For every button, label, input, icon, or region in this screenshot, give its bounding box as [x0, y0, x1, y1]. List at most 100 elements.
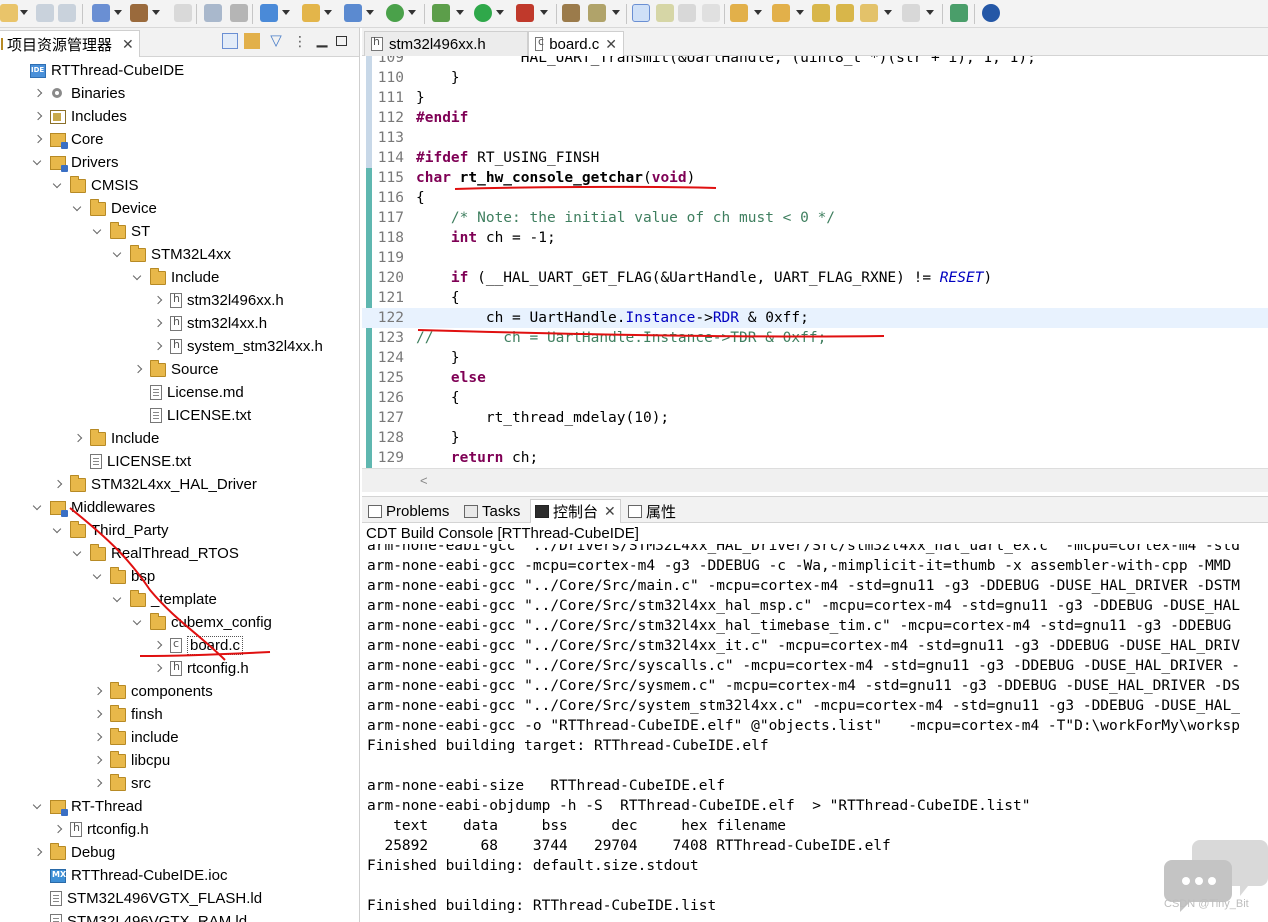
expanded-chevron-icon[interactable]: [132, 272, 144, 284]
close-icon[interactable]: ✕: [122, 36, 134, 53]
previous-annotation-icon[interactable]: [772, 4, 790, 22]
code-line[interactable]: 125 else: [362, 368, 1268, 388]
tree-item[interactable]: src: [0, 772, 359, 795]
tree-item[interactable]: rtconfig.h: [0, 657, 359, 680]
code-line[interactable]: 127 rt_thread_mdelay(10);: [362, 408, 1268, 428]
run-icon[interactable]: [474, 4, 492, 22]
console-output[interactable]: arm-none-eabi-gcc "../Drivers/STM32L4xx_…: [362, 544, 1268, 922]
code-line[interactable]: 119: [362, 248, 1268, 268]
view-menu-icon[interactable]: ⋮: [292, 33, 308, 49]
word-wrap-icon[interactable]: [656, 4, 674, 22]
forward-dropdown-arrow[interactable]: [926, 10, 934, 15]
scroll-left-icon[interactable]: <: [420, 473, 428, 488]
link-with-editor-icon[interactable]: [244, 33, 260, 49]
mark-occurrences-icon[interactable]: [632, 4, 650, 22]
save-icon[interactable]: [36, 4, 54, 22]
previous-annotation-dropdown-arrow[interactable]: [796, 10, 804, 15]
tree-item[interactable]: RealThread_RTOS: [0, 542, 359, 565]
tree-item[interactable]: Device: [0, 197, 359, 220]
tree-item[interactable]: Source: [0, 358, 359, 381]
collapsed-chevron-icon[interactable]: [32, 134, 44, 146]
tab-tasks[interactable]: Tasks: [460, 499, 524, 523]
code-line[interactable]: 120 if (__HAL_UART_GET_FLAG(&UartHandle,…: [362, 268, 1268, 288]
minimize-icon[interactable]: ▁: [314, 32, 330, 49]
expanded-chevron-icon[interactable]: [72, 203, 84, 215]
run-dropdown-arrow[interactable]: [496, 10, 504, 15]
tree-item[interactable]: Includes: [0, 105, 359, 128]
tree-item[interactable]: ST: [0, 220, 359, 243]
open-task-icon[interactable]: [588, 4, 606, 22]
tree-item[interactable]: STM32L4xx: [0, 243, 359, 266]
new-project-dropdown-arrow[interactable]: [282, 10, 290, 15]
new-dropdown-arrow[interactable]: [20, 10, 28, 15]
new-class-dropdown-arrow[interactable]: [366, 10, 374, 15]
collapse-all-icon[interactable]: [222, 33, 238, 49]
debug-dropdown-arrow[interactable]: [456, 10, 464, 15]
open-type-icon[interactable]: [562, 4, 580, 22]
code-line[interactable]: 113: [362, 128, 1268, 148]
search-tool-icon[interactable]: [230, 4, 248, 22]
external-tools-dropdown-arrow[interactable]: [540, 10, 548, 15]
collapsed-chevron-icon[interactable]: [52, 479, 64, 491]
tab-properties[interactable]: 属性: [624, 499, 680, 523]
expanded-chevron-icon[interactable]: [112, 594, 124, 606]
block-selection-icon[interactable]: [678, 4, 696, 22]
collapsed-chevron-icon[interactable]: [52, 824, 64, 836]
tree-item[interactable]: Binaries: [0, 82, 359, 105]
tree-item[interactable]: system_stm32l4xx.h: [0, 335, 359, 358]
tab-console[interactable]: 控制台 ✕: [530, 499, 621, 523]
tree-item[interactable]: LICENSE.txt: [0, 404, 359, 427]
code-editor[interactable]: 109 HAL_UART_Transmit(&UartHandle, (uint…: [362, 56, 1268, 468]
binary-icon[interactable]: [174, 4, 192, 22]
forward-icon[interactable]: [902, 4, 920, 22]
expanded-chevron-icon[interactable]: [52, 180, 64, 192]
last-edit-location-icon[interactable]: [812, 4, 830, 22]
collapsed-chevron-icon[interactable]: [132, 364, 144, 376]
build-dropdown-arrow[interactable]: [152, 10, 160, 15]
collapsed-chevron-icon[interactable]: [92, 778, 104, 790]
new-project-icon[interactable]: [260, 4, 278, 22]
maximize-icon[interactable]: [336, 36, 347, 46]
tree-item[interactable]: stm32l496xx.h: [0, 289, 359, 312]
collapsed-chevron-icon[interactable]: [152, 640, 164, 652]
expanded-chevron-icon[interactable]: [92, 226, 104, 238]
save-all-icon[interactable]: [58, 4, 76, 22]
collapsed-chevron-icon[interactable]: [152, 318, 164, 330]
code-line[interactable]: 118 int ch = -1;: [362, 228, 1268, 248]
code-line[interactable]: 116 {: [362, 188, 1268, 208]
code-line[interactable]: 128 }: [362, 428, 1268, 448]
code-line[interactable]: 121 {: [362, 288, 1268, 308]
expanded-chevron-icon[interactable]: [132, 617, 144, 629]
tree-item[interactable]: stm32l4xx.h: [0, 312, 359, 335]
tree-item[interactable]: rtconfig.h: [0, 818, 359, 841]
tree-item[interactable]: libcpu: [0, 749, 359, 772]
tree-item[interactable]: Core: [0, 128, 359, 151]
tree-item[interactable]: Include: [0, 266, 359, 289]
expanded-chevron-icon[interactable]: [32, 502, 44, 514]
tree-item[interactable]: STM32L4xx_HAL_Driver: [0, 473, 359, 496]
code-line[interactable]: 114 #ifdef RT_USING_FINSH: [362, 148, 1268, 168]
collapsed-chevron-icon[interactable]: [92, 755, 104, 767]
close-icon[interactable]: ✕: [604, 503, 616, 520]
collapsed-chevron-icon[interactable]: [152, 663, 164, 675]
collapsed-chevron-icon[interactable]: [92, 709, 104, 721]
tree-item[interactable]: board.c: [0, 634, 359, 657]
open-folder-dropdown-arrow[interactable]: [324, 10, 332, 15]
code-line[interactable]: 122 ch = UartHandle.Instance->RDR & 0xff…: [362, 308, 1268, 328]
expanded-chevron-icon[interactable]: [112, 249, 124, 261]
code-line[interactable]: 112 #endif: [362, 108, 1268, 128]
forward-history-icon[interactable]: [836, 4, 854, 22]
open-folder-icon[interactable]: [302, 4, 320, 22]
filter-icon[interactable]: ▽: [268, 33, 284, 49]
tree-item[interactable]: finsh: [0, 703, 359, 726]
code-line[interactable]: 126 {: [362, 388, 1268, 408]
collapsed-chevron-icon[interactable]: [32, 847, 44, 859]
tree-item[interactable]: Drivers: [0, 151, 359, 174]
expanded-chevron-icon[interactable]: [52, 525, 64, 537]
tab-project-explorer[interactable]: 项目资源管理器 ✕: [0, 30, 140, 57]
close-icon[interactable]: ✕: [605, 36, 617, 53]
code-line[interactable]: 110 }: [362, 68, 1268, 88]
expanded-chevron-icon[interactable]: [32, 157, 44, 169]
collapsed-chevron-icon[interactable]: [92, 732, 104, 744]
tree-item[interactable]: Middlewares: [0, 496, 359, 519]
